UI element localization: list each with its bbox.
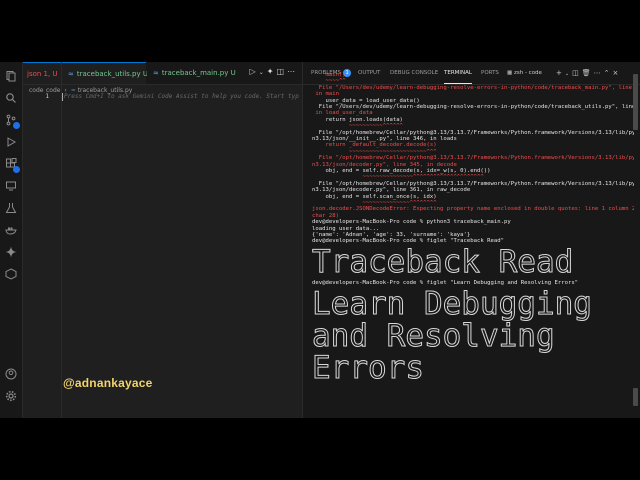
extensions-icon[interactable] bbox=[5, 158, 20, 173]
tab-json-file[interactable]: json 1, U bbox=[23, 62, 61, 84]
terminal-output[interactable]: main() ~~~~^^ File "/Users/dev/udemy/lea… bbox=[312, 72, 634, 418]
run-icon[interactable]: ▷ bbox=[250, 67, 259, 76]
testing-icon[interactable] bbox=[5, 202, 17, 214]
figlet-banner-line: Learn Debugging bbox=[312, 286, 592, 323]
gemini-hint-placeholder: Press Cmd+I to ask Gemini Code Assist to… bbox=[64, 93, 299, 100]
search-icon[interactable] bbox=[5, 92, 17, 104]
code-line[interactable]: 1 Press Cmd+I to ask Gemini Code Assist … bbox=[45, 92, 299, 102]
source-control-icon[interactable] bbox=[5, 114, 20, 129]
bottom-panel: PROBLEMS 1 OUTPUT DEBUG CONSOLE TERMINAL … bbox=[303, 62, 640, 418]
gemini-sparkle-icon[interactable] bbox=[5, 246, 17, 258]
tab-traceback-utils[interactable]: ≈ traceback_utils.py U bbox=[62, 62, 148, 84]
tab-label: traceback_utils.py U bbox=[76, 70, 148, 78]
more-icon[interactable]: ⋯ bbox=[287, 67, 298, 76]
editor-toolbar: ▷⌄✦◫⋯ bbox=[250, 67, 298, 76]
text-cursor bbox=[62, 92, 63, 101]
terminal-scrollbar-thumb-lower[interactable] bbox=[633, 388, 638, 406]
editor-tab-strip: ≈ traceback_utils.py U ≈ traceback_main.py… bbox=[62, 62, 302, 85]
tab-traceback-main[interactable]: ≈ traceback_main.py U bbox=[147, 62, 236, 84]
left-editor-group: json 1, U code bbox=[23, 62, 62, 418]
letterbox-top bbox=[0, 0, 640, 62]
editor-group: ≈ traceback_utils.py U ≈ traceback_main.py… bbox=[45, 62, 303, 418]
run-debug-icon[interactable] bbox=[5, 136, 17, 148]
python-file-icon: ≈ bbox=[153, 69, 159, 77]
activity-bar bbox=[0, 62, 23, 418]
database-icon[interactable] bbox=[5, 268, 17, 280]
terminal-line: json.decoder.JSONDecodeError: Expecting … bbox=[312, 206, 634, 213]
sparkle-icon[interactable]: ✦ bbox=[267, 67, 277, 76]
watermark: @adnankayace bbox=[63, 376, 153, 390]
account-icon[interactable] bbox=[5, 368, 17, 380]
terminal-line: File "/Users/dev/udemy/learn-debugging-r… bbox=[312, 84, 634, 91]
figlet-banner-line: Errors bbox=[312, 350, 424, 387]
vscode-window: json 1, U code ≈ traceback_utils.py U ≈ tr… bbox=[0, 62, 640, 418]
python-file-icon: ≈ bbox=[68, 70, 74, 78]
left-tab-strip: json 1, U bbox=[23, 62, 61, 85]
figlet-banner-line: Traceback Read bbox=[312, 243, 574, 280]
chevron-down-icon[interactable]: ⌄ bbox=[259, 69, 267, 76]
manage-gear-icon[interactable] bbox=[5, 390, 17, 402]
tab-label: traceback_main.py U bbox=[161, 69, 236, 77]
line-number: 1 bbox=[45, 93, 49, 100]
explorer-icon[interactable] bbox=[5, 70, 17, 82]
docker-icon[interactable] bbox=[5, 224, 17, 236]
letterbox-bottom bbox=[0, 418, 640, 480]
figlet-banner-line: and Resolving bbox=[312, 318, 555, 355]
source-control-badge bbox=[13, 122, 20, 129]
split-editor-icon[interactable]: ◫ bbox=[276, 67, 287, 76]
remote-explorer-icon[interactable] bbox=[5, 180, 17, 192]
terminal-scrollbar-thumb[interactable] bbox=[633, 74, 638, 130]
extensions-badge bbox=[13, 166, 20, 173]
